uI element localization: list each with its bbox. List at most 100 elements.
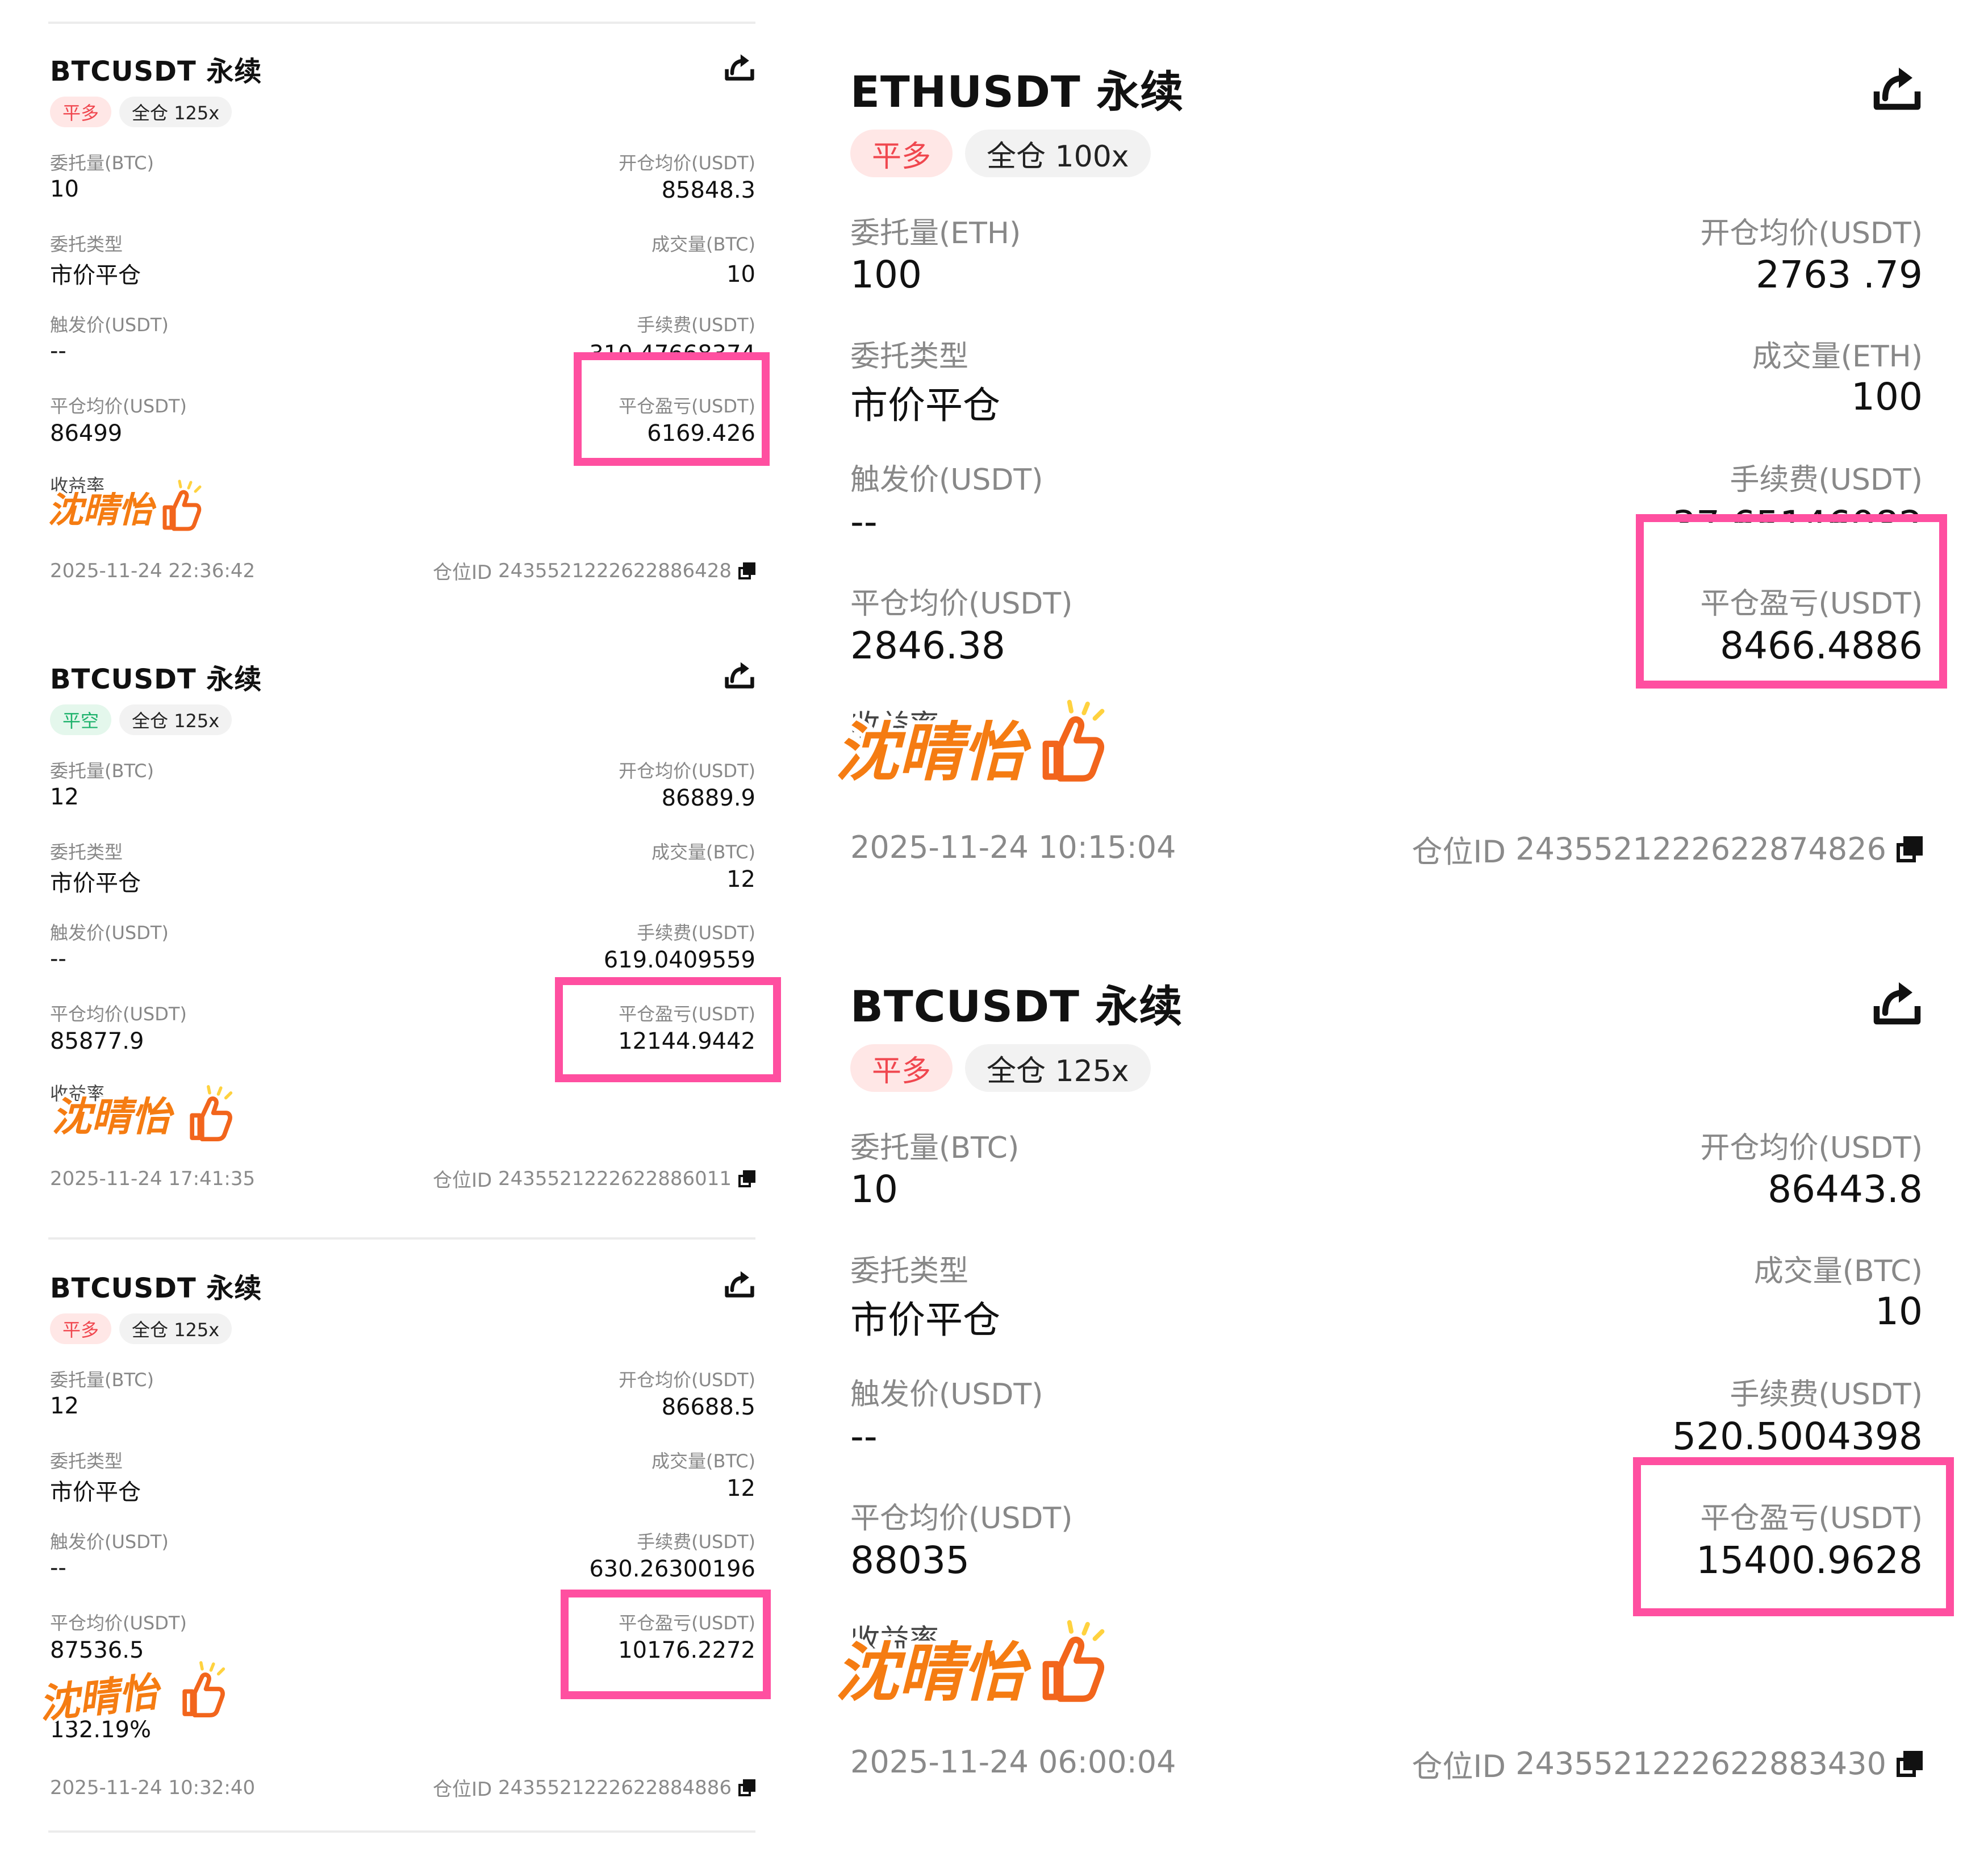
copy-icon[interactable] <box>738 562 755 579</box>
symbol-title: BTCUSDT 永续 <box>50 56 262 87</box>
highlight-box <box>574 352 770 466</box>
highlight-box <box>1633 1457 1954 1616</box>
order-type-label: 委托类型 <box>50 233 123 255</box>
watermark-sticker: 沈晴怡 <box>34 1659 228 1730</box>
watermark-text: 沈晴怡 <box>48 489 157 531</box>
copy-icon[interactable] <box>1897 836 1923 862</box>
thumbs-up-icon <box>162 479 202 531</box>
order-type-label: 委托类型 <box>50 841 123 863</box>
filled-value: 12 <box>726 866 755 892</box>
avg-close-label: 平仓均价(USDT) <box>50 1612 187 1634</box>
highlight-box <box>1636 514 1947 689</box>
avg-close-value: 85877.9 <box>50 1028 144 1054</box>
symbol-title: BTCUSDT 永续 <box>50 664 262 695</box>
position-id-prefix: 仓位ID <box>432 561 492 584</box>
order-qty-value: 12 <box>50 784 79 810</box>
order-card: BTCUSDT 永续 平多 全仓 125x 委托量(BTC) 12 开仓均价(U… <box>50 1217 755 1825</box>
side-tag: 平多 <box>850 130 953 177</box>
position-id: 仓位ID 2435521222622886428 <box>433 557 755 585</box>
avg-close-value: 86499 <box>50 420 123 447</box>
avg-open-label: 开仓均价(USDT) <box>1700 1131 1923 1165</box>
position-id-value: 2435521222622874826 <box>1515 831 1886 867</box>
filled-label: 成交量(BTC) <box>651 1450 755 1472</box>
share-icon[interactable] <box>724 659 755 691</box>
filled-value: 10 <box>1875 1290 1923 1333</box>
avg-open-value: 86688.5 <box>661 1394 755 1420</box>
position-id-prefix: 仓位ID <box>1411 1749 1506 1784</box>
order-type-label: 委托类型 <box>850 340 969 374</box>
position-id-value: 2435521222622884886 <box>498 1776 732 1799</box>
timestamp: 2025-11-24 06:00:04 <box>850 1744 1176 1780</box>
avg-close-label: 平仓均价(USDT) <box>850 1501 1073 1536</box>
avg-close-value: 88035 <box>850 1538 970 1582</box>
avg-open-value: 86443.8 <box>1768 1167 1923 1211</box>
filled-value: 12 <box>726 1475 755 1501</box>
position-id-value: 2435521222622883430 <box>1515 1746 1886 1782</box>
filled-value: 100 <box>1851 375 1923 419</box>
margin-tag: 全仓 125x <box>119 704 232 735</box>
fee-value: 630.26300196 <box>589 1556 755 1582</box>
share-icon[interactable] <box>724 1268 755 1300</box>
margin-tag: 全仓 125x <box>119 1313 232 1344</box>
trigger-price-value: -- <box>50 1555 66 1581</box>
share-icon[interactable] <box>724 51 755 83</box>
timestamp: 2025-11-24 17:41:35 <box>50 1167 256 1190</box>
order-qty-label: 委托量(BTC) <box>50 1369 154 1391</box>
avg-open-label: 开仓均价(USDT) <box>1700 216 1923 251</box>
symbol-title: BTCUSDT 永续 <box>50 1273 262 1304</box>
thumbs-up-icon <box>1042 1620 1105 1702</box>
copy-icon[interactable] <box>1897 1750 1923 1777</box>
fee-label: 手续费(USDT) <box>637 1531 755 1553</box>
side-tag: 平空 <box>50 704 112 735</box>
filled-label: 成交量(BTC) <box>1753 1254 1923 1288</box>
order-qty-label: 委托量(BTC) <box>850 1131 1020 1165</box>
trigger-price-value: -- <box>850 500 878 544</box>
watermark-sticker: 沈晴怡 <box>830 690 1114 794</box>
share-icon[interactable] <box>1872 62 1923 114</box>
tag-row: 平空 全仓 125x <box>50 704 240 735</box>
watermark-sticker: 沈晴怡 <box>48 1079 241 1143</box>
trigger-price-value: -- <box>50 946 66 972</box>
margin-tag: 全仓 100x <box>965 130 1151 177</box>
avg-open-label: 开仓均价(USDT) <box>619 1369 755 1391</box>
tag-row: 平多 全仓 125x <box>50 1313 240 1344</box>
copy-icon[interactable] <box>738 1170 755 1187</box>
thumbs-up-icon <box>1042 699 1105 782</box>
avg-close-label: 平仓均价(USDT) <box>50 395 187 417</box>
watermark-text: 沈晴怡 <box>835 716 1031 790</box>
margin-tag: 全仓 125x <box>965 1044 1151 1092</box>
order-qty-value: 100 <box>850 253 922 297</box>
trigger-price-label: 触发价(USDT) <box>50 1531 169 1553</box>
watermark-text: 沈晴怡 <box>52 1094 174 1140</box>
order-type-value: 市价平仓 <box>50 1479 141 1505</box>
side-tag: 平多 <box>50 1313 112 1344</box>
order-type-value: 市价平仓 <box>50 262 141 289</box>
symbol-title: BTCUSDT 永续 <box>850 981 1183 1032</box>
filled-label: 成交量(BTC) <box>651 233 755 255</box>
avg-open-label: 开仓均价(USDT) <box>619 152 755 174</box>
position-id-value: 2435521222622886011 <box>498 1167 732 1190</box>
order-qty-value: 10 <box>50 176 79 202</box>
avg-open-value: 86889.9 <box>661 785 755 811</box>
avg-open-value: 85848.3 <box>661 177 755 203</box>
order-qty-label: 委托量(BTC) <box>50 152 154 174</box>
fee-value: 520.5004398 <box>1672 1415 1923 1458</box>
avg-close-label: 平仓均价(USDT) <box>50 1003 187 1025</box>
watermark-sticker: 沈晴怡 <box>830 1611 1114 1714</box>
order-qty-label: 委托量(ETH) <box>850 216 1021 251</box>
avg-close-label: 平仓均价(USDT) <box>850 587 1073 621</box>
fee-label: 手续费(USDT) <box>637 314 755 336</box>
position-id: 仓位ID 2435521222622883430 <box>1412 1741 1923 1786</box>
order-type-label: 委托类型 <box>850 1254 969 1288</box>
tag-row: 平多 全仓 125x <box>850 1044 1163 1092</box>
highlight-box <box>561 1590 771 1699</box>
trigger-price-label: 触发价(USDT) <box>850 1378 1043 1412</box>
symbol-title: ETHUSDT 永续 <box>850 66 1184 117</box>
watermark-text: 沈晴怡 <box>37 1669 164 1724</box>
tag-row: 平多 全仓 100x <box>850 130 1163 177</box>
position-id-prefix: 仓位ID <box>1411 834 1506 870</box>
fee-label: 手续费(USDT) <box>1730 1378 1923 1412</box>
copy-icon[interactable] <box>738 1779 755 1796</box>
timestamp: 2025-11-24 22:36:42 <box>50 560 256 582</box>
share-icon[interactable] <box>1872 977 1923 1028</box>
